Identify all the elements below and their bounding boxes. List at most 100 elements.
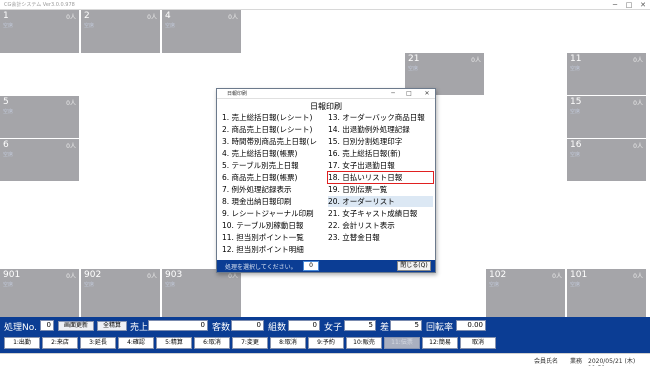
proc-input[interactable]: 0 [40,320,54,331]
table-count: 0人 [66,273,76,280]
guests-label: 客数 [212,323,231,333]
turnover-label: 回転率 [426,323,454,333]
maximize-icon[interactable]: □ [622,0,636,10]
window-title: CG会計システム Ver3.0.0.978 [4,2,75,8]
report-item[interactable]: 1. 売上総括日報(レシート) [222,112,326,123]
report-item[interactable]: 14. 出退勤例外処理記録 [328,124,433,135]
report-item[interactable]: 15. 日別分割処理印字 [328,136,433,147]
table-count: 0人 [633,57,643,64]
report-item[interactable]: 10. テーブル別稼動日報 [222,220,326,231]
report-item[interactable]: 9. レシートジャーナル印刷 [222,208,326,219]
dialog-footer: 処理を選択してください。 0 閉じる(Q) [217,260,435,272]
table-status: 空席 [489,282,500,288]
report-item[interactable]: 11. 担当別ポイント一覧 [222,232,326,243]
table-tile[interactable]: 1 0人 空席 [0,10,79,53]
report-item[interactable]: 12. 担当別ポイント明細 [222,244,326,255]
table-tile[interactable]: 2 0人 空席 [81,10,160,53]
table-tile[interactable]: 6 0人 空席 [0,139,79,181]
dialog-prompt: 処理を選択してください。 [225,264,297,271]
table-status: 空席 [165,23,176,29]
table-tile[interactable]: 4 0人 空席 [162,10,241,53]
report-item-highlighted[interactable]: 18. 日払いリスト日報 [327,171,434,184]
table-count: 0人 [147,14,157,21]
report-item[interactable]: 16. 売上総括日報(新) [328,148,433,159]
table-number: 5 [3,97,9,107]
function-button-revoke[interactable]: 8:取消 [270,337,306,349]
table-tile[interactable]: 11 0人 空席 [567,53,646,95]
table-number: 1 [3,11,9,21]
women-label: 女子 [324,323,343,333]
total-settle-button[interactable]: 全精算 [97,321,127,331]
dialog-minimize-icon[interactable]: ─ [387,89,399,99]
dialog-title: 日報印刷 [227,91,248,97]
table-number: 21 [408,54,420,64]
table-number: 4 [165,11,171,21]
women-value: 5 [344,320,376,331]
function-button-slip: 11:伝票 [384,337,420,349]
table-tile[interactable]: 15 0人 空席 [567,96,646,138]
report-item[interactable]: 5. テーブル別売上日報 [222,160,326,171]
status-bar: 会員氏名 業務 2020/05/21 (木) 11:51 [0,353,650,366]
report-item[interactable]: 19. 日別伝票一覧 [328,184,433,195]
diff-label: 差 [380,323,390,333]
table-tile[interactable]: 102 0人 空席 [486,269,565,317]
function-button-extend[interactable]: 3:延長 [80,337,116,349]
report-item[interactable]: 7. 例外処理記録表示 [222,184,326,195]
function-button-reserve[interactable]: 9:予約 [308,337,344,349]
table-count: 0人 [633,100,643,107]
table-number: 903 [165,270,183,280]
table-count: 0人 [633,273,643,280]
groups-label: 組数 [268,323,287,333]
table-number: 15 [570,97,582,107]
table-status: 空席 [570,66,581,72]
report-item[interactable]: 23. 立替金日報 [328,232,433,243]
report-item[interactable]: 3. 時間帯別商品売上日報(レ [222,136,326,147]
report-item[interactable]: 8. 現金出納日報印刷 [222,196,326,207]
sales-value: 0 [148,320,208,331]
report-item[interactable]: 6. 商品売上日報(帳票) [222,172,326,183]
table-tile[interactable]: 5 0人 空席 [0,96,79,138]
table-count: 0人 [228,14,238,21]
function-button-settle[interactable]: 5:精算 [156,337,192,349]
report-item[interactable]: 13. オーダーバック商品日報 [328,112,433,123]
report-item[interactable]: 21. 女子キャスト成績日報 [328,208,433,219]
guests-value: 0 [231,320,264,331]
table-status: 空席 [3,109,14,115]
table-status: 空席 [84,23,95,29]
report-item[interactable]: 2. 商品売上日報(レシート) [222,124,326,135]
table-tile[interactable]: 101 0人 空席 [567,269,646,317]
function-button-checkin[interactable]: 1:出勤 [4,337,40,349]
table-tile[interactable]: 903 0人 空席 [162,269,241,317]
function-button-sales[interactable]: 10:販売 [346,337,382,349]
table-count: 0人 [66,100,76,107]
table-status: 空席 [84,282,95,288]
report-item[interactable]: 22. 会計リスト表示 [328,220,433,231]
table-count: 0人 [147,273,157,280]
function-button-simple[interactable]: 12:簡易 [422,337,458,349]
table-tile[interactable]: 901 0人 空席 [0,269,79,317]
report-item-hovered[interactable]: 20. オーダーリスト [328,196,433,207]
dialog-close-icon[interactable]: ✕ [421,89,433,99]
function-button-cancel-last[interactable]: 取消 [460,337,496,349]
screen-update-button[interactable]: 画面更新 [58,321,94,331]
close-icon[interactable]: ✕ [636,0,650,10]
table-status: 空席 [570,152,581,158]
function-button-cancel[interactable]: 6:取消 [194,337,230,349]
minimize-icon[interactable]: ─ [608,0,622,10]
dialog-close-button[interactable]: 閉じる(Q) [397,261,431,271]
table-count: 0人 [66,143,76,150]
function-button-visit[interactable]: 2:来店 [42,337,78,349]
selection-input[interactable]: 0 [303,261,319,271]
window-titlebar: CG会計システム Ver3.0.0.978 ─ □ ✕ [0,0,650,10]
table-tile[interactable]: 16 0人 空席 [567,139,646,181]
table-status: 空席 [3,23,14,29]
function-button-change[interactable]: 7:変更 [232,337,268,349]
report-item[interactable]: 17. 女子出退勤日報 [328,160,433,171]
status-mode: 業務 [570,358,583,365]
dialog-maximize-icon[interactable]: □ [403,89,415,99]
groups-value: 0 [288,320,320,331]
table-number: 16 [570,140,582,150]
report-item[interactable]: 4. 売上総括日報(帳票) [222,148,326,159]
table-tile[interactable]: 902 0人 空席 [81,269,160,317]
function-button-confirm[interactable]: 4:確認 [118,337,154,349]
